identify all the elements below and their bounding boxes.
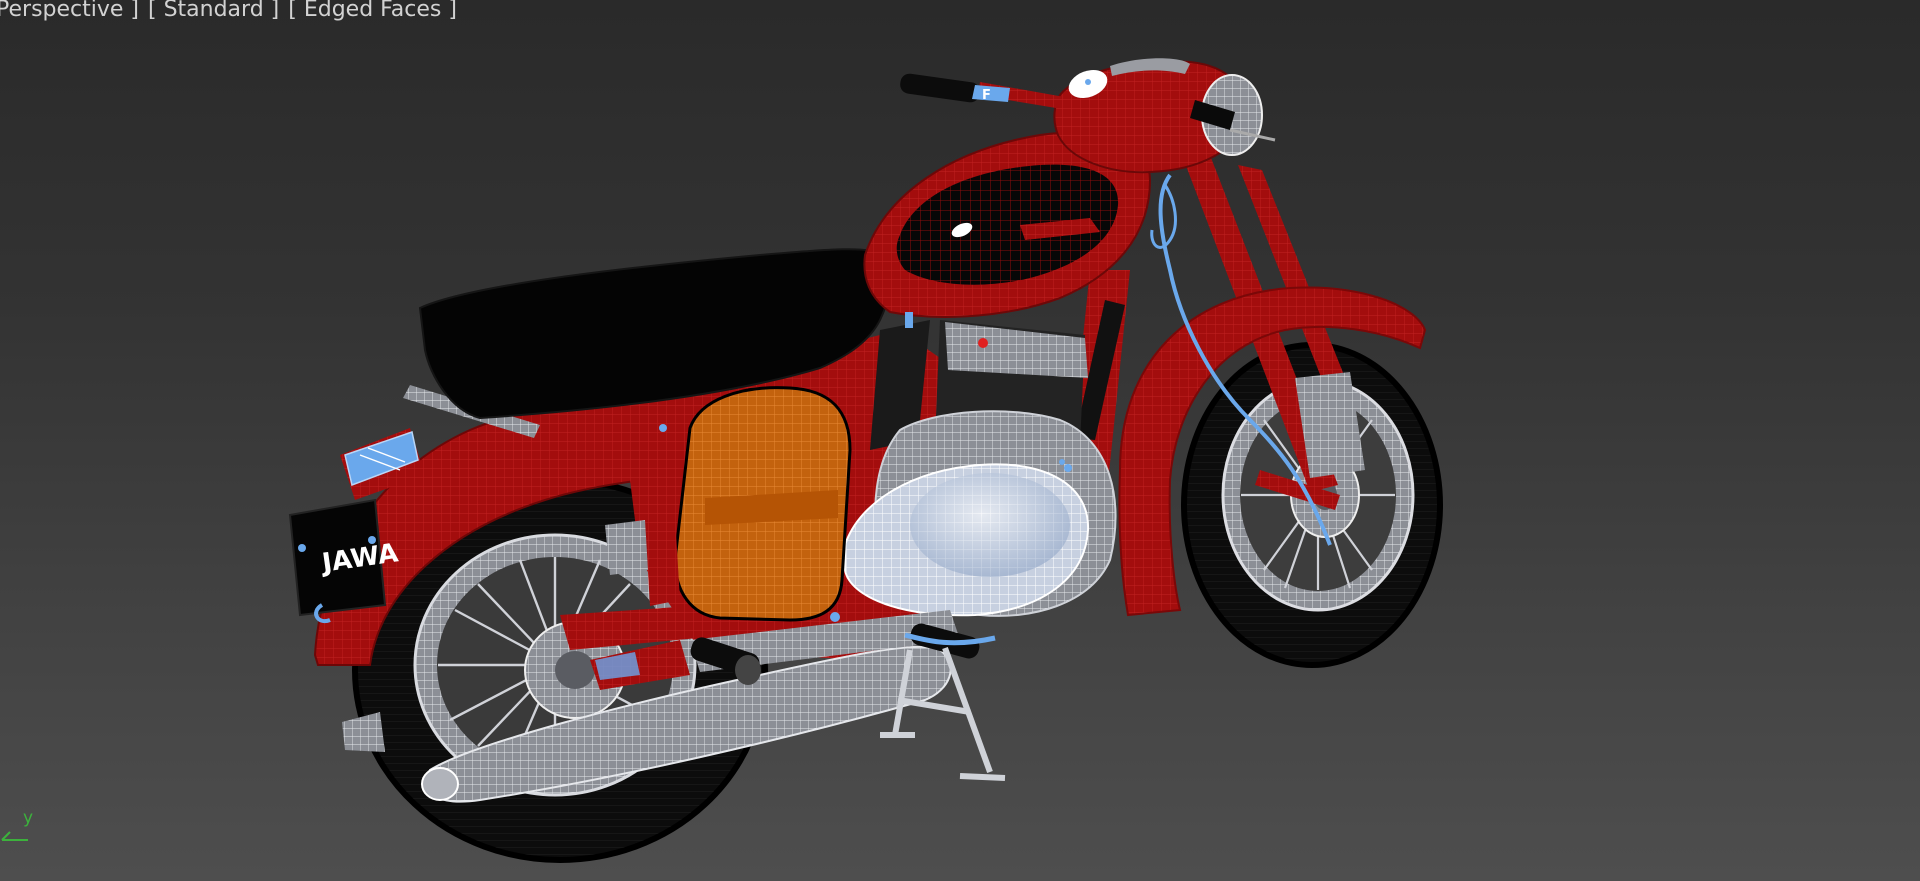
rear-stand-foot xyxy=(342,712,385,752)
motorcycle-model[interactable]: JAWA F xyxy=(0,0,1920,881)
3d-viewport[interactable]: Perspective ] [ Standard ] [ Edged Faces… xyxy=(0,0,1920,881)
handlebar: F xyxy=(900,73,1070,110)
side-cover xyxy=(673,386,852,622)
viewport-label-menu[interactable]: Perspective ] [ Standard ] [ Edged Faces… xyxy=(0,0,457,23)
axis-y-label: y xyxy=(23,808,34,828)
view-menu-perspective[interactable]: Perspective ] xyxy=(0,0,139,23)
headlight-nacelle xyxy=(1053,58,1276,174)
shading-menu-standard[interactable]: [ Standard ] xyxy=(148,0,279,23)
edges-menu-edged-faces[interactable]: [ Edged Faces ] xyxy=(288,0,457,23)
svg-text:F: F xyxy=(982,88,991,103)
